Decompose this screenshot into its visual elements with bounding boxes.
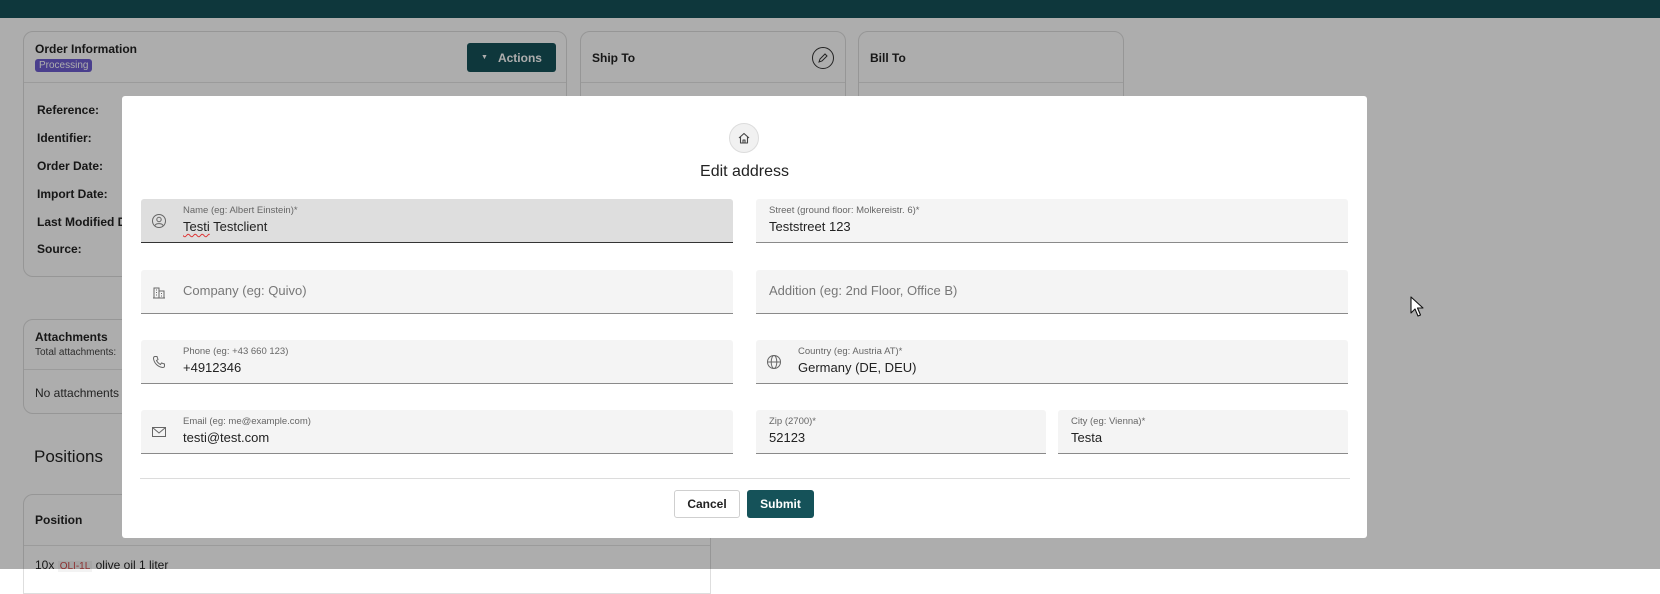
company-field[interactable]: Company (eg: Quivo) xyxy=(141,270,733,314)
dialog-icon xyxy=(729,123,759,153)
city-field[interactable]: City (eg: Vienna)* Testa xyxy=(1058,410,1348,454)
addition-field-placeholder: Addition (eg: 2nd Floor, Office B) xyxy=(769,283,958,298)
globe-icon xyxy=(766,354,782,370)
country-select[interactable]: Country (eg: Austria AT)* Germany (DE, D… xyxy=(756,340,1348,384)
submit-button[interactable]: Submit xyxy=(747,490,814,518)
phone-field-value: +4912346 xyxy=(183,360,242,375)
company-field-placeholder: Company (eg: Quivo) xyxy=(183,283,307,298)
dialog-title: Edit address xyxy=(700,163,789,180)
mail-icon xyxy=(151,424,167,440)
person-icon xyxy=(151,213,167,229)
phone-field-label: Phone (eg: +43 660 123) xyxy=(183,346,289,357)
street-field-label: Street (ground floor: Molkereistr. 6)* xyxy=(769,205,920,216)
country-field-label: Country (eg: Austria AT)* xyxy=(798,346,903,357)
email-field[interactable]: Email (eg: me@example.com) testi@test.co… xyxy=(141,410,733,454)
home-icon xyxy=(738,132,750,144)
street-field[interactable]: Street (ground floor: Molkereistr. 6)* T… xyxy=(756,199,1348,243)
name-field-value-rest: Testclient xyxy=(209,219,268,234)
mouse-cursor-icon xyxy=(1410,296,1424,323)
phone-field[interactable]: Phone (eg: +43 660 123) +4912346 xyxy=(141,340,733,384)
edit-address-dialog: Edit address Name (eg: Albert Einstein)*… xyxy=(122,96,1367,538)
email-field-label: Email (eg: me@example.com) xyxy=(183,416,311,427)
zip-field[interactable]: Zip (2700)* 52123 xyxy=(756,410,1046,454)
country-field-value: Germany (DE, DEU) xyxy=(798,360,917,375)
addition-field[interactable]: Addition (eg: 2nd Floor, Office B) xyxy=(756,270,1348,314)
name-field-label: Name (eg: Albert Einstein)* xyxy=(183,205,298,216)
cancel-button[interactable]: Cancel xyxy=(674,490,740,518)
name-field-value: Testi Testclient xyxy=(183,219,267,234)
zip-field-label: Zip (2700)* xyxy=(769,416,816,427)
name-field[interactable]: Name (eg: Albert Einstein)* Testi Testcl… xyxy=(141,199,733,243)
name-field-value-first: Testi xyxy=(183,219,210,234)
building-icon xyxy=(151,284,167,300)
street-field-value: Teststreet 123 xyxy=(769,219,851,234)
email-field-value: testi@test.com xyxy=(183,430,270,445)
phone-icon xyxy=(151,354,167,370)
city-field-value: Testa xyxy=(1071,430,1103,445)
dialog-divider xyxy=(140,478,1350,479)
city-field-label: City (eg: Vienna)* xyxy=(1071,416,1146,427)
zip-field-value: 52123 xyxy=(769,430,806,445)
